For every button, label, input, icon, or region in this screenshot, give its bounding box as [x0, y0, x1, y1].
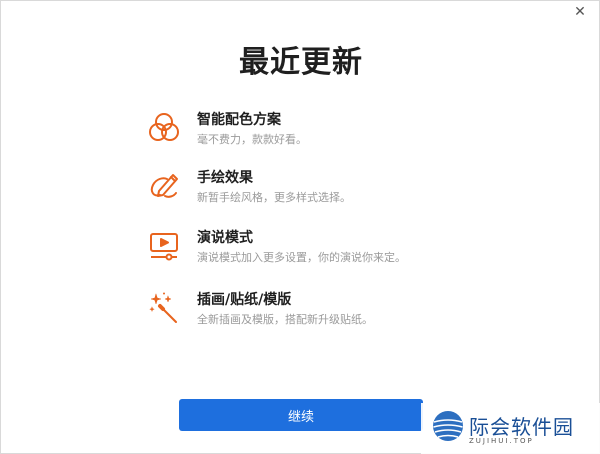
feature-name: 插画/贴纸/模版 [197, 292, 292, 308]
feature-item-hand-drawn: 手绘效果 新暂手绘风格，更多样式选择。 [147, 167, 467, 211]
feature-item-illustrations: 插画/贴纸/模版 全新插画及模版，搭配新升级贴纸。 [147, 289, 467, 333]
feature-name: 智能配色方案 [197, 112, 281, 128]
page-title: 最近更新 [239, 45, 363, 80]
feature-desc: 毫不费力，款款好看。 [197, 133, 307, 146]
globe-logo-icon [433, 411, 463, 441]
feature-desc: 演说模式加入更多设置，你的演说你来定。 [197, 251, 406, 264]
feature-name: 演说模式 [197, 230, 253, 246]
magic-wand-icon [149, 292, 177, 323]
watermark-name: 际会软件园 [469, 415, 574, 439]
close-button[interactable]: ✕ [571, 3, 589, 21]
feature-desc: 新暂手绘风格，更多样式选择。 [197, 191, 351, 204]
color-circles-icon [149, 113, 179, 141]
feature-item-color-scheme: 智能配色方案 毫不费力，款款好看。 [147, 109, 467, 153]
update-dialog: ✕ 最近更新 智能配色方案 毫不费力，款款好看。 手绘效果 新暂手绘风格，更多样… [0, 0, 600, 454]
continue-button[interactable]: 继续 [179, 399, 423, 431]
pen-brush-icon [150, 174, 178, 198]
feature-desc: 全新插画及模版，搭配新升级贴纸。 [197, 313, 373, 326]
feature-item-presentation: 演说模式 演说模式加入更多设置，你的演说你来定。 [147, 227, 467, 271]
feature-name: 手绘效果 [197, 170, 253, 186]
watermark-sub: ZUJIHUI.TOP [469, 437, 534, 445]
presentation-play-icon [150, 233, 178, 261]
watermark: 际会软件园 ZUJIHUI.TOP [421, 403, 600, 454]
close-icon: ✕ [574, 4, 586, 20]
